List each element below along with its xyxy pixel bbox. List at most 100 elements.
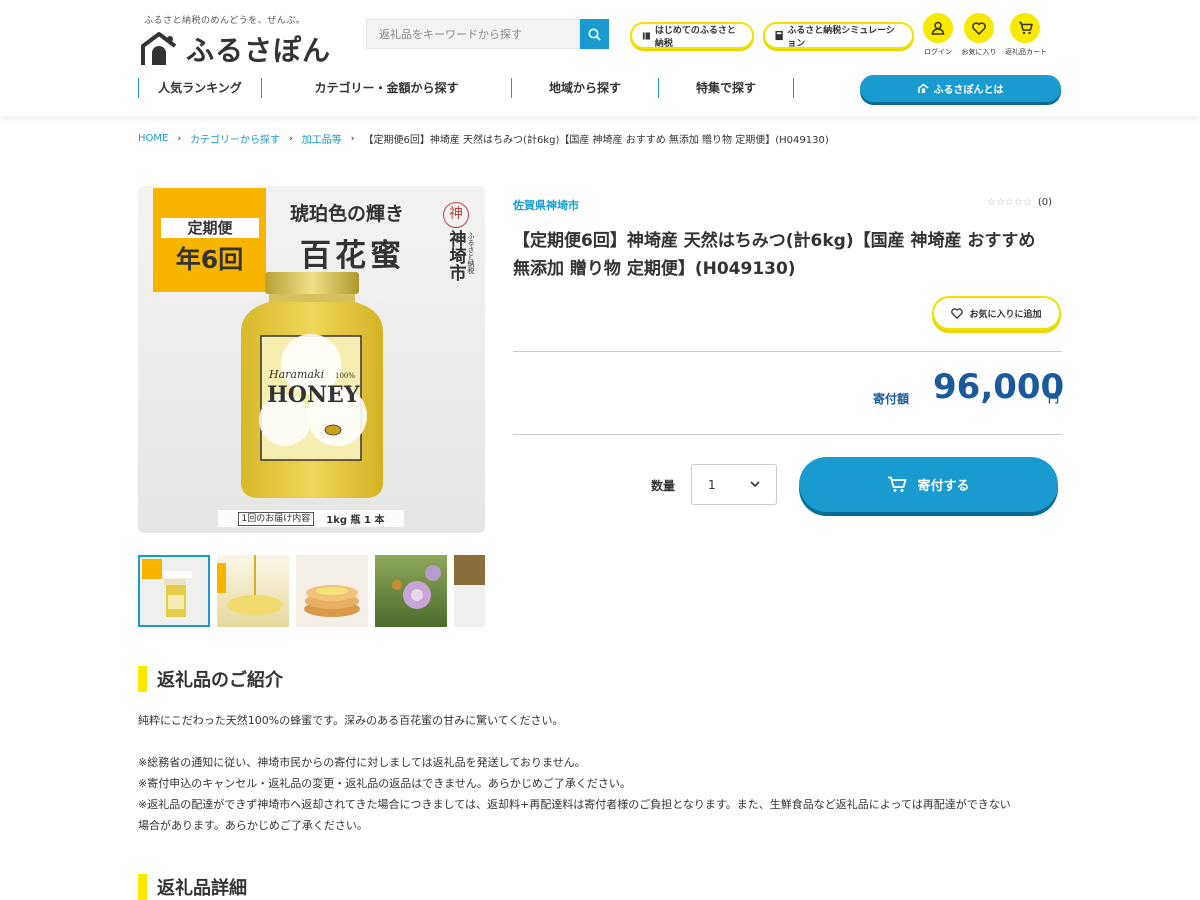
city-seal: 神 神埼市 ふるさと納税 [438, 202, 475, 290]
nav-item-ranking[interactable]: 人気ランキング [138, 78, 261, 98]
logo-text: ふるさぽん [186, 34, 332, 67]
login-label: ログイン [924, 48, 952, 56]
honey-jar-image: Haramaki 100% HONEY [241, 272, 383, 498]
main-nav: 人気ランキング カテゴリー・金額から探す 地域から探す 特集で探す [138, 78, 794, 98]
site-logo[interactable]: ふるさぽん [140, 29, 331, 69]
intro-line: 純粋にこだわった天然100%の蜂蜜です。深みのある百花蜜の甘みに驚いてください。 [138, 714, 564, 727]
book-icon [642, 31, 650, 40]
favorites-icon-circle [964, 13, 994, 43]
heading-bar [138, 666, 147, 692]
add-favorite-label: お気に入りに追加 [969, 309, 1042, 320]
nav-divider [793, 78, 794, 98]
nav-item-category[interactable]: カテゴリー・金額から探す [261, 78, 511, 98]
jar-label-brand: Haramaki [268, 368, 324, 381]
cart-icon [888, 476, 907, 492]
simulation-button-label: ふるさと納税シミュレーション [787, 25, 895, 49]
thumbnail-5[interactable] [454, 555, 485, 627]
price-label: 寄付額 [873, 392, 910, 406]
star-rating-icon: ☆☆☆☆☆ [987, 197, 1032, 208]
search-input[interactable] [366, 19, 580, 49]
chevron-right-icon: › [289, 133, 293, 144]
heading-bar [138, 874, 147, 900]
donate-button-label: 寄付する [917, 479, 970, 494]
quantity-select[interactable]: 1 [691, 464, 777, 505]
favorites-button[interactable]: お気に入り [959, 13, 999, 57]
favorites-label: お気に入り [961, 48, 997, 56]
details-heading: 返礼品詳細 [138, 874, 247, 900]
quantity-label: 数量 [651, 479, 676, 493]
thumbnail-2[interactable] [217, 555, 289, 627]
search-icon [588, 28, 601, 41]
heart-icon [951, 307, 964, 319]
city-seal-char: 神 [443, 202, 469, 228]
image-tagline: 琥珀色の輝き [290, 203, 405, 225]
breadcrumb-subcategory[interactable]: 加工品等 [302, 131, 342, 146]
intro-line: ※返礼品の配達ができず神埼市へ返却されてきた場合につきましては、返却料+再配達料… [138, 798, 1011, 811]
thumbnail-jar-image [142, 559, 192, 617]
product-main-image[interactable]: 定期便 年6回 琥珀色の輝き 百花蜜 神 神埼市 ふるさと納税 Haramaki… [138, 186, 485, 533]
intro-line: ※寄付申込のキャンセル・返礼品の変更・返礼品の返品はできません。あらかじめご了承… [138, 777, 631, 790]
cart-label: 返礼品カート [1005, 48, 1047, 56]
thumbnail-pancake-image [304, 585, 360, 617]
breadcrumb-home[interactable]: HOME [138, 133, 168, 144]
city-seal-name: 神埼市 [445, 230, 466, 281]
cart-icon [1018, 21, 1033, 35]
logo-icon [141, 32, 177, 65]
site-header: ふるさと納税のめんどうを、ぜんぶ。 ふるさぽん はじめてのふるさと納税 ふるさと… [0, 0, 1200, 116]
guide-button-label: はじめてのふるさと納税 [654, 25, 736, 49]
site-tagline: ふるさと納税のめんどうを、ぜんぶ。 [144, 16, 306, 26]
login-button[interactable]: ログイン [918, 13, 958, 57]
jar-label-honey: HONEY [267, 382, 360, 408]
cart-button[interactable]: 返礼品カート [1005, 13, 1047, 57]
delivery-info: 1回のお届け内容 1kg 瓶 1 本 [218, 510, 404, 527]
heart-icon [972, 21, 986, 35]
nav-item-feature[interactable]: 特集で探す [658, 78, 793, 98]
search-bar [366, 19, 609, 49]
nav-item-region[interactable]: 地域から探す [511, 78, 658, 98]
city-seal-sub: ふるさと納税 [467, 232, 475, 274]
delivery-value: 1kg 瓶 1 本 [326, 515, 385, 526]
breadcrumb-current: 【定期便6回】神埼産 天然はちみつ(計6kg)【国産 神埼産 おすすめ 無添加 … [363, 135, 829, 146]
add-favorite-button[interactable]: お気に入りに追加 [932, 296, 1061, 330]
login-icon-circle [923, 13, 953, 43]
thumbnail-1[interactable] [138, 555, 210, 627]
intro-text: 純粋にこだわった天然100%の蜂蜜です。深みのある百花蜜の甘みに驚いてください。… [138, 710, 1062, 836]
rating-count: (0) [1037, 197, 1052, 208]
intro-line: ※総務省の通知に従い、神埼市民からの寄付に対しましては返礼品を発送しておりません… [138, 756, 586, 769]
details-heading-text: 返礼品詳細 [157, 878, 247, 899]
guide-button[interactable]: はじめてのふるさと納税 [630, 22, 754, 49]
cart-icon-circle [1010, 13, 1040, 43]
intro-line: 場合があります。あらかじめご了承ください。 [138, 819, 368, 832]
intro-heading-text: 返礼品のご紹介 [157, 670, 283, 691]
thumbnail-pour-image [217, 555, 283, 615]
about-button-label: ふるさぽんとは [933, 85, 1004, 96]
quantity-value: 1 [708, 477, 716, 492]
product-rating: ☆☆☆☆☆ (0) [987, 197, 1052, 208]
chevron-right-icon: › [177, 133, 182, 144]
about-button[interactable]: ふるさぽんとは [860, 75, 1061, 102]
delivery-label: 1回のお届け内容 [237, 511, 315, 526]
search-button[interactable] [580, 19, 609, 49]
chevron-right-icon: › [350, 133, 355, 144]
breadcrumb: HOME › カテゴリーから探す › 加工品等 › 【定期便6回】神埼産 天然は… [138, 131, 829, 146]
simulation-button[interactable]: ふるさと納税シミュレーション [763, 22, 914, 49]
product-region[interactable]: 佐賀県神埼市 [513, 197, 579, 213]
breadcrumb-category[interactable]: カテゴリーから探す [190, 131, 280, 146]
jar-label-pct: 100% [335, 372, 355, 380]
thumbnail-strip [138, 555, 485, 627]
badge-top-text: 定期便 [161, 218, 259, 238]
price-unit: 円 [1048, 392, 1059, 405]
divider [513, 351, 1062, 352]
thumbnail-flower-image [392, 565, 441, 609]
user-icon [931, 21, 945, 35]
price-value: 96,000 [933, 367, 1065, 407]
intro-heading: 返礼品のご紹介 [138, 666, 283, 692]
thumbnail-3[interactable] [296, 555, 368, 627]
calculator-icon [775, 30, 783, 41]
logo-small-icon [917, 83, 928, 93]
image-honey-name: 百花蜜 [300, 238, 405, 274]
product-title: 【定期便6回】神埼産 天然はちみつ(計6kg)【国産 神埼産 おすすめ 無添加 … [513, 231, 1036, 279]
thumbnail-4[interactable] [375, 555, 447, 627]
donate-button[interactable]: 寄付する [799, 457, 1058, 512]
divider [513, 434, 1062, 435]
